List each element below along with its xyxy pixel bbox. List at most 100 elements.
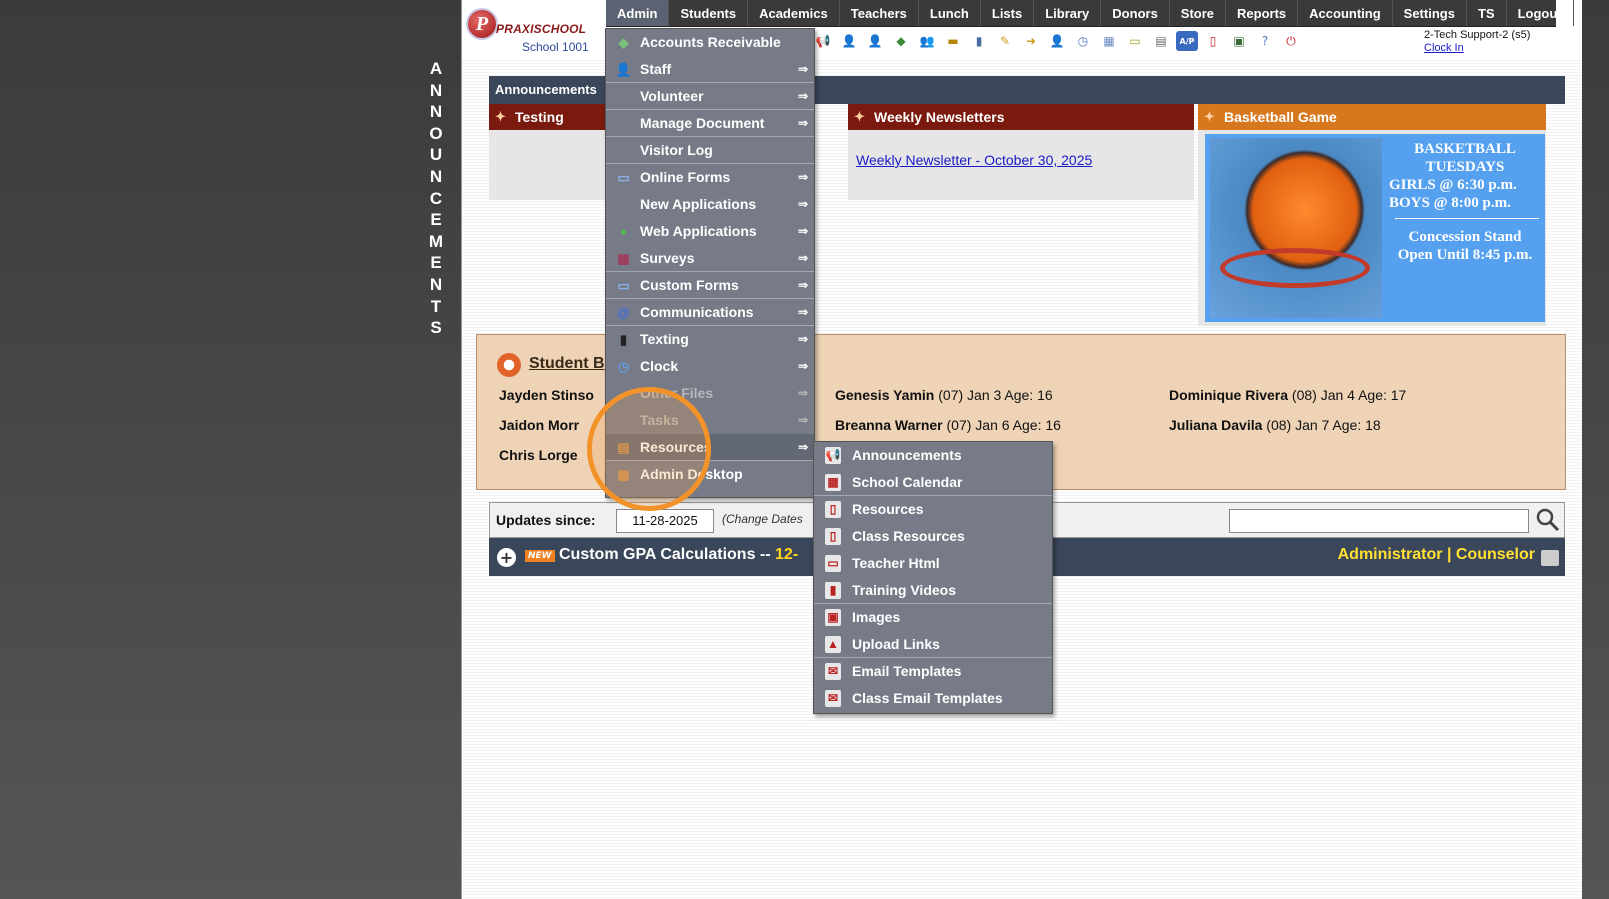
resources-submenu-item-email-templates[interactable]: ✉ Email Templates [814,658,1052,685]
printer-icon[interactable]: ▤ [1150,31,1172,51]
print-icon[interactable] [1541,550,1559,566]
quick-toolbar: 📢 👤 👤 ◆ 👥 ▬ ▮ ✎ ➜ 👤 ◷ ▦ ▭ ▤ A/P ▯ ▣ ? ⏻ [812,31,1302,53]
flyer-line: BASKETBALL [1414,141,1516,157]
resources-submenu-item-class-email-templates[interactable]: ✉ Class Email Templates [814,685,1052,712]
change-dates-link[interactable]: (Change Dates [722,512,803,526]
birthdays-title[interactable]: Student B [497,353,605,377]
gpa-title[interactable]: Custom GPA Calculations -- 12- [559,546,798,564]
card-icon[interactable]: ▭ [1124,31,1146,51]
admin-menu-item-web-applications[interactable]: ● Web Applications ⇒ [606,218,814,245]
nav-admin[interactable]: Admin [606,0,670,26]
lunch-icon[interactable]: ▬ [942,31,964,51]
ap-icon[interactable]: A/P [1176,31,1198,51]
student-name[interactable]: Jaidon Morr [499,417,579,433]
side-letter: N [429,80,443,100]
admin-menu-item-tasks[interactable]: Tasks ⇒ [606,407,814,434]
forward-icon[interactable]: ➜ [1020,31,1042,51]
submenu-arrow-icon: ⇒ [797,305,808,319]
phone-icon: ▮ [619,332,628,347]
nav-academics[interactable]: Academics [748,0,840,26]
admin-menu-item-staff[interactable]: 👤 Staff ⇒ [606,56,814,83]
resources-submenu-item-teacher-html[interactable]: ▭ Teacher Html [814,550,1052,577]
power-icon[interactable]: ⏻ [1280,31,1302,51]
praxischool-logo[interactable]: P PRAXISCHOOL School 1001 [466,6,596,58]
admin-menu-item-surveys[interactable]: ▦ Surveys ⇒ [606,245,814,272]
admin-menu-item-manage-document[interactable]: Manage Document ⇒ [606,110,814,137]
resources-submenu-item-images[interactable]: ▣ Images [814,604,1052,631]
megaphone-icon[interactable]: 📢 [812,31,834,51]
resources-submenu-item-announcements[interactable]: 📢 Announcements [814,442,1052,469]
menu-label: Admin Desktop [640,466,743,482]
student-icon[interactable]: 👤 [838,31,860,51]
pin-icon: ✦ [1204,109,1215,124]
nav-logout[interactable]: Logout [1507,0,1574,26]
admin-menu-item-new-applications[interactable]: New Applications ⇒ [606,191,814,218]
student-name[interactable]: Juliana Davila [1169,417,1262,433]
submenu-label: Announcements [852,447,962,463]
nav-lists[interactable]: Lists [981,0,1035,26]
submenu-arrow-icon: ⇒ [797,89,808,103]
side-letter: U [429,145,443,165]
newsletter-link[interactable]: Weekly Newsletter - October 30, 2025 [856,152,1092,168]
admin-menu-item-communications[interactable]: @ Communications ⇒ [606,299,814,326]
nav-teachers[interactable]: Teachers [840,0,919,26]
money-icon[interactable]: ◆ [890,31,912,51]
panel-newsletters-header[interactable]: ✦ Weekly Newsletters [848,104,1194,130]
cash-icon[interactable]: ▣ [1228,31,1250,51]
expand-icon[interactable]: + [497,548,516,567]
admin-menu-item-resources[interactable]: ▤ Resources ⇒ [606,434,814,461]
nav-store[interactable]: Store [1170,0,1227,26]
submenu-label: Teacher Html [852,555,940,571]
nav-accounting[interactable]: Accounting [1298,0,1393,26]
admin-menu-item-custom-forms[interactable]: ▭ Custom Forms ⇒ [606,272,814,299]
resources-submenu-item-class-resources[interactable]: ▯ Class Resources [814,523,1052,550]
admin-menu-item-online-forms[interactable]: ▭ Online Forms ⇒ [606,164,814,191]
pdf-icon[interactable]: ▯ [1202,31,1224,51]
search-input[interactable] [1229,509,1529,533]
resources-submenu-item-school-calendar[interactable]: ▦ School Calendar [814,469,1052,496]
student-name[interactable]: Genesis Yamin [835,387,934,403]
submenu-arrow-icon: ⇒ [797,413,808,427]
student-name[interactable]: Dominique Rivera [1169,387,1288,403]
updates-date-input[interactable]: 11-28-2025 [616,509,714,533]
panel-testing-header[interactable]: ✦ Testing [489,104,609,130]
group-icon[interactable]: 👥 [916,31,938,51]
nav-reports[interactable]: Reports [1226,0,1299,26]
nav-library[interactable]: Library [1034,0,1102,26]
nav-settings[interactable]: Settings [1393,0,1467,26]
resources-submenu-item-upload-links[interactable]: ▲ Upload Links [814,631,1052,658]
book-icon[interactable]: ▮ [968,31,990,51]
submenu-label: Resources [852,501,924,517]
submenu-arrow-icon: ⇒ [797,278,808,292]
submenu-arrow-icon: ⇒ [797,170,808,184]
panel-basketball-header[interactable]: ✦ Basketball Game [1198,104,1546,130]
resources-submenu-item-resources[interactable]: ▯ Resources [814,496,1052,523]
pencil-icon[interactable]: ✎ [994,31,1016,51]
nav-students[interactable]: Students [669,0,749,26]
admin-menu-item-other-files[interactable]: Other Files ⇒ [606,380,814,407]
student-name[interactable]: Jayden Stinso [499,387,594,403]
grid-icon[interactable]: ▦ [1098,31,1120,51]
admin-menu-item-visitor-log[interactable]: Visitor Log [606,137,814,164]
submenu-arrow-icon: ⇒ [797,116,808,130]
student-name[interactable]: Breanna Warner [835,417,943,433]
user-info: 2-Tech Support-2 (s5) Clock In [1424,29,1530,55]
person-icon[interactable]: 👤 [1046,31,1068,51]
help-icon[interactable]: ? [1254,31,1276,51]
nav-lunch[interactable]: Lunch [919,0,981,26]
clock-in-link[interactable]: Clock In [1424,42,1530,55]
admin-menu-item-clock[interactable]: ◷ Clock ⇒ [606,353,814,380]
resources-submenu-item-training-videos[interactable]: ▮ Training Videos [814,577,1052,604]
student-name[interactable]: Chris Lorge [499,447,578,463]
nav-donors[interactable]: Donors [1101,0,1170,26]
admin-menu-item-volunteer[interactable]: Volunteer ⇒ [606,83,814,110]
admin-menu-item-accounts-receivable[interactable]: ◆ Accounts Receivable [606,29,814,56]
teacher-icon[interactable]: 👤 [864,31,886,51]
clock-icon[interactable]: ◷ [1072,31,1094,51]
admin-menu-item-admin-desktop[interactable]: ▦ Admin Desktop [606,461,814,488]
side-letter: N [429,274,443,294]
admin-menu-item-texting[interactable]: ▮ Texting ⇒ [606,326,814,353]
nav-ts[interactable]: TS [1467,0,1507,26]
search-icon[interactable] [1535,507,1561,533]
birthday-entry: Jaidon Morr [499,417,579,433]
